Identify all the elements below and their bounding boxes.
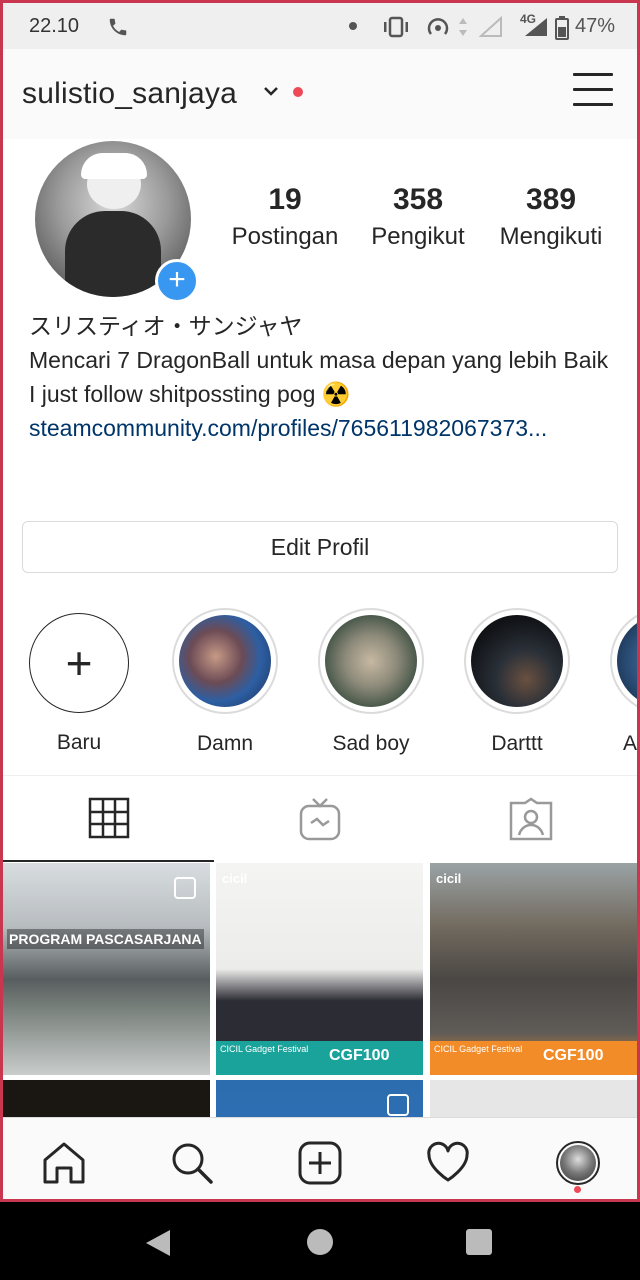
add-post-icon: [298, 1141, 342, 1185]
highlight-darttt[interactable]: Darttt: [457, 608, 577, 756]
app-frame: 22.10 4G 47% sulistio_sanjaya + 19 Posti…: [0, 0, 640, 1202]
tagged-icon: [509, 797, 552, 841]
grid-post[interactable]: cicil CICIL Gadget Festival CGF100: [216, 863, 423, 1075]
search-icon: [172, 1143, 213, 1184]
stat-value: 389: [525, 183, 577, 216]
phone-icon: [109, 18, 127, 36]
tab-igtv[interactable]: [214, 776, 425, 862]
profile-bio: スリスティオ・サンジャヤ Mencari 7 DragonBall untuk …: [29, 309, 619, 445]
signal-empty-icon: [479, 16, 502, 37]
highlight-sad-boy[interactable]: Sad boy: [311, 608, 431, 756]
story-highlights: + Baru Damn Sad boy Darttt Ap: [3, 605, 637, 765]
system-navigation-bar: [0, 1202, 640, 1280]
stat-following[interactable]: 389 Mengikuti: [481, 183, 621, 251]
grid-icon: [88, 797, 129, 839]
heart-icon: [427, 1141, 469, 1182]
multi-post-icon: [387, 1094, 409, 1116]
profile-header: sulistio_sanjaya: [3, 49, 637, 139]
nav-search[interactable]: [167, 1138, 217, 1188]
nav-activity[interactable]: [423, 1138, 473, 1188]
grid-post[interactable]: PROGRAM PASCASARJANA: [3, 863, 210, 1075]
stat-value: 358: [392, 183, 444, 216]
multi-post-icon: [174, 877, 196, 899]
stat-label: Mengikuti: [499, 223, 603, 250]
stat-posts[interactable]: 19 Postingan: [215, 183, 355, 251]
highlight-label: Damn: [196, 732, 254, 755]
hotspot-icon: [427, 18, 449, 35]
bio-text: Mencari 7 DragonBall untuk masa depan ya…: [29, 347, 609, 373]
highlight-new[interactable]: + Baru: [19, 605, 139, 755]
battery-percent: 47%: [574, 15, 615, 37]
promo-title: CICIL Gadget Festival: [216, 1041, 325, 1075]
dot-icon: [349, 22, 357, 30]
promo-title: CICIL Gadget Festival: [430, 1041, 539, 1075]
username-switcher[interactable]: sulistio_sanjaya: [22, 77, 237, 111]
highlight-ap[interactable]: Ap: [603, 608, 637, 756]
recents-icon[interactable]: [466, 1229, 492, 1255]
promo-code: CGF100: [325, 1041, 423, 1075]
profile-avatar[interactable]: +: [35, 141, 199, 303]
promo-banner: CICIL Gadget Festival CGF100: [216, 1041, 423, 1075]
stat-label: Pengikut: [371, 223, 465, 250]
add-story-icon[interactable]: +: [155, 259, 199, 303]
bio-text: I just follow shitpossting pog ☢️: [29, 381, 351, 407]
menu-button[interactable]: [573, 73, 613, 109]
grid-post[interactable]: cicil CICIL Gadget Festival CGF100: [430, 863, 637, 1075]
bottom-navigation: [3, 1117, 637, 1199]
data-arrows-icon: [459, 18, 467, 36]
signal-icon: [525, 18, 547, 36]
highlight-label: Darttt: [491, 732, 543, 755]
tab-grid[interactable]: [3, 776, 214, 862]
status-time: 22.10: [29, 15, 80, 37]
nav-profile[interactable]: [553, 1138, 603, 1188]
profile-link[interactable]: steamcommunity.com/profiles/765611982067…: [29, 411, 619, 445]
highlight-label: Sad boy: [332, 732, 410, 755]
profile-tabs: [3, 775, 637, 862]
profile-avatar-small: [556, 1141, 600, 1185]
plus-icon: +: [65, 637, 93, 689]
brand-logo: cicil: [222, 871, 248, 886]
display-name: スリスティオ・サンジャヤ: [29, 313, 303, 339]
tab-tagged[interactable]: [425, 776, 636, 862]
nav-new-post[interactable]: [295, 1138, 345, 1188]
stat-value: 19: [268, 183, 302, 216]
menu-line: [573, 88, 613, 91]
post-caption-text: PROGRAM PASCASARJANA: [7, 929, 204, 949]
back-icon[interactable]: [144, 1228, 174, 1258]
notification-dot: [293, 87, 303, 97]
vibrate-icon: [384, 16, 408, 38]
igtv-icon: [299, 798, 340, 841]
menu-line: [573, 103, 613, 106]
stat-followers[interactable]: 358 Pengikut: [348, 183, 488, 251]
promo-code: CGF100: [539, 1041, 637, 1075]
profile-notification-dot: [574, 1186, 581, 1193]
edit-profile-button[interactable]: Edit Profil: [22, 521, 618, 573]
home-icon: [43, 1142, 85, 1184]
home-button-icon[interactable]: [306, 1228, 334, 1256]
menu-line: [573, 73, 613, 76]
brand-logo: cicil: [436, 871, 462, 886]
nav-home[interactable]: [39, 1138, 89, 1188]
stat-label: Postingan: [231, 223, 339, 250]
status-bar: 22.10 4G 47%: [3, 3, 637, 49]
promo-banner: CICIL Gadget Festival CGF100: [430, 1041, 637, 1075]
highlight-label: Ap: [623, 732, 637, 755]
chevron-down-icon[interactable]: [263, 85, 279, 97]
battery-icon: [555, 16, 569, 40]
highlight-damn[interactable]: Damn: [165, 608, 285, 756]
highlight-label: Baru: [56, 731, 102, 754]
